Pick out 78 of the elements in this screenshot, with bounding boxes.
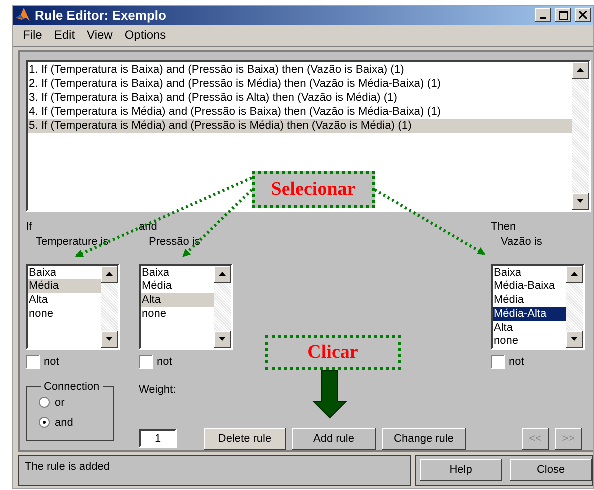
annotation-label: Clicar [265,335,401,370]
variable-label: Vazão is [500,234,544,249]
listbox-item[interactable]: Média-Baixa [493,279,566,294]
rule-button[interactable]: Delete rule [204,428,286,450]
weight-label: Weight: [139,382,178,397]
scrollbar[interactable] [214,266,231,348]
scrollbar[interactable] [566,266,583,348]
checkbox-label: not [157,354,172,369]
listbox-item[interactable]: none [28,306,101,321]
radio-label: and [55,416,74,429]
footer-button[interactable]: Close [510,459,592,482]
arrow-down-icon[interactable] [571,337,578,342]
listbox-item[interactable]: Média [493,293,566,307]
scroll-up-button[interactable] [214,266,231,283]
group-title: Connection [43,380,101,393]
rule-button[interactable]: Add rule [292,428,376,450]
listbox-item[interactable]: Baixa [493,266,566,280]
listbox-item[interactable]: none [493,334,566,348]
app-logo-icon [15,7,31,24]
not-checkbox[interactable] [491,354,505,369]
connector-label: Then [491,220,518,234]
scroll-down-button[interactable] [566,330,583,348]
arrow-up-icon[interactable] [571,272,578,276]
arrow-down-icon[interactable] [219,337,226,342]
value-listbox[interactable]: Baixa Média-Baixa Média Média-Alta Alta none [491,264,585,350]
close-button[interactable] [575,8,591,22]
minimize-button[interactable] [535,8,551,22]
scroll-down-button[interactable] [214,330,231,348]
radio-button[interactable] [39,397,50,408]
arrow-down-icon[interactable] [577,199,584,204]
menu-item[interactable]: View [81,28,119,42]
value-listbox[interactable]: Baixa Média Alta none [26,264,120,350]
rule-item[interactable]: 2. If (Temperatura is Baixa) and (Pressão is Média) then (Vazão is Média-Baixa) (1) [28,76,572,91]
down-arrow-icon [312,370,348,419]
listbox-item[interactable]: none [141,306,214,321]
listbox-item[interactable]: Baixa [141,266,214,280]
listbox-item[interactable]: Alta [141,293,214,307]
annotation-label: Selecionar [252,171,375,208]
arrow-down-icon[interactable] [106,337,113,342]
weight-field[interactable]: 1 [139,429,177,448]
arrow-up-icon[interactable] [106,272,113,276]
status-text: The rule is added [18,454,411,486]
arrow-up-icon[interactable] [577,68,584,72]
close-icon [579,11,587,20]
scroll-down-button[interactable] [572,192,589,210]
scroll-up-button[interactable] [572,62,589,79]
footer-button[interactable]: Help [420,459,502,482]
rule-item[interactable]: 1. If (Temperatura is Baixa) and (Pressão is Baixa) then (Vazão is Baixa) (1) [28,62,572,77]
window-title: Rule Editor: Exemplo [35,8,168,23]
arrow-up-icon[interactable] [219,272,226,276]
listbox-item[interactable]: Baixa [28,266,101,280]
scrollbar[interactable] [101,266,118,348]
listbox-item[interactable]: Média [141,279,214,294]
radio-label: or [55,396,65,409]
value-listbox[interactable]: Baixa Média Alta none [139,264,233,350]
menu-item[interactable]: Options [118,28,172,42]
rule-item[interactable]: 3. If (Temperatura is Baixa) and (Pressão is Alta) then (Vazão is Média) (1) [28,90,572,105]
scrollbar[interactable] [572,62,589,210]
rule-button[interactable]: Change rule [382,428,466,450]
maximize-icon [558,10,568,20]
checkbox-label: not [509,354,524,369]
radio-button[interactable] [39,417,50,428]
menu-item[interactable]: Edit [48,28,82,42]
listbox-item[interactable]: Média [28,279,101,294]
scroll-down-button[interactable] [101,330,118,348]
listbox-item[interactable]: Alta [28,293,101,307]
scroll-up-button[interactable] [101,266,118,283]
listbox-item[interactable]: Alta [493,320,566,334]
not-checkbox[interactable] [26,354,40,369]
not-checkbox[interactable] [139,354,153,369]
rule-item[interactable]: 4. If (Temperatura is Média) and (Pressão is Baixa) then (Vazão is Média-Baixa) (1) [28,104,572,119]
listbox-item[interactable]: Média-Alta [493,306,566,321]
menu-item[interactable]: File [17,28,48,42]
rule-item[interactable]: 5. If (Temperatura is Média) and (Pressão is Média) then (Vazão is Média) (1) [28,118,572,133]
scroll-up-button[interactable] [566,266,583,283]
connector-label: If [26,220,34,234]
maximize-button[interactable] [555,8,571,22]
checkbox-label: not [44,354,60,369]
